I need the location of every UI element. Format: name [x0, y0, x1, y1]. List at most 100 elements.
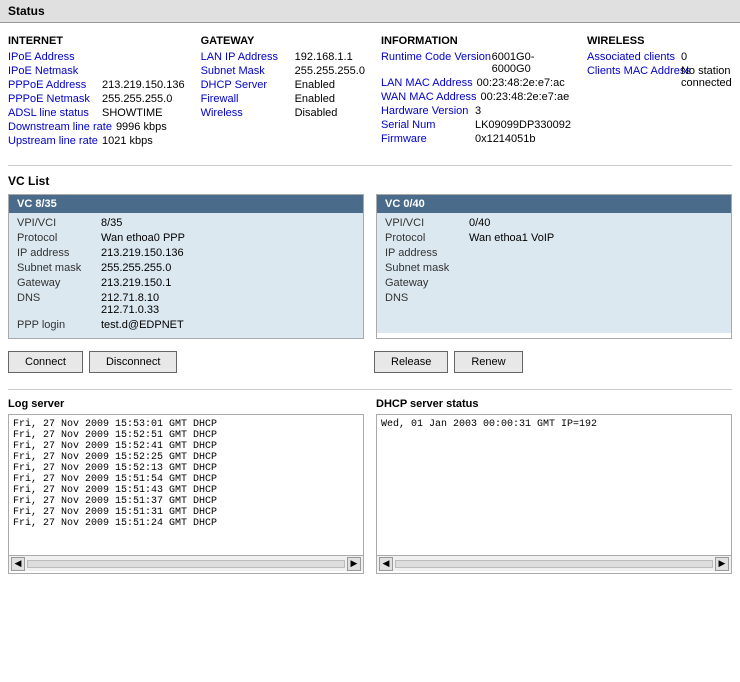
dhcp-status-title: DHCP server status	[376, 398, 732, 410]
vc2-ip-row: IP address	[385, 247, 723, 259]
dhcp-scroll-left-arrow[interactable]: ◀	[379, 557, 393, 571]
lan-mac-row: LAN MAC Address 00:23:48:2e:e7:ac	[381, 77, 571, 89]
log-scrollbar: ◀ ▶	[9, 555, 363, 571]
internet-heading: INTERNET	[8, 35, 185, 47]
scroll-right-arrow[interactable]: ▶	[347, 557, 361, 571]
gateway-section: GATEWAY LAN IP Address 192.168.1.1 Subne…	[193, 35, 373, 149]
vc1-subnet-value: 255.255.255.0	[101, 262, 171, 274]
ipoE-address-label: IPoE Address	[8, 51, 98, 63]
vc2-vpivci-row: VPI/VCI 0/40	[385, 217, 723, 229]
dhcp-server-label: DHCP Server	[201, 79, 291, 91]
dhcp-line: Wed, 01 Jan 2003 00:00:31 GMT IP=192	[381, 419, 727, 430]
serial-value: LK09099DP330092	[475, 119, 571, 131]
lan-ip-row: LAN IP Address 192.168.1.1	[201, 51, 365, 63]
vc1-dns-value: 212.71.8.10212.71.0.33	[101, 292, 159, 316]
scroll-track[interactable]	[27, 560, 345, 568]
log-line: Fri, 27 Nov 2009 15:51:31 GMT DHCP	[13, 507, 359, 518]
downstream-row: Downstream line rate 9996 kbps	[8, 121, 185, 133]
log-line: Fri, 27 Nov 2009 15:51:37 GMT DHCP	[13, 496, 359, 507]
wireless-label: Wireless	[201, 107, 291, 119]
pppoe-netmask-row: PPPoE Netmask 255.255.255.0	[8, 93, 185, 105]
vc2-buttons: Release Renew	[374, 351, 732, 373]
lan-ip-value: 192.168.1.1	[295, 51, 353, 63]
vc1-vpivci-label: VPI/VCI	[17, 217, 97, 229]
log-line: Fri, 27 Nov 2009 15:52:13 GMT DHCP	[13, 463, 359, 474]
subnet-mask-label: Subnet Mask	[201, 65, 291, 77]
clients-mac-row: Clients MAC Address No station connected	[587, 65, 740, 89]
log-line: Fri, 27 Nov 2009 15:52:25 GMT DHCP	[13, 452, 359, 463]
firmware-label: Firmware	[381, 133, 471, 145]
vc1-ppp-row: PPP login test.d@EDPNET	[17, 319, 355, 331]
wireless-row: Wireless Disabled	[201, 107, 365, 119]
wireless-section: WIRELESS Associated clients 0 Clients MA…	[579, 35, 740, 149]
vc1-content: VPI/VCI 8/35 Protocol Wan ethoa0 PPP IP …	[9, 213, 363, 338]
associated-clients-label: Associated clients	[587, 51, 677, 63]
downstream-label: Downstream line rate	[8, 121, 112, 133]
renew-button[interactable]: Renew	[454, 351, 522, 373]
associated-clients-row: Associated clients 0	[587, 51, 740, 63]
upstream-value: 1021 kbps	[102, 135, 153, 147]
dhcp-scroll-right-arrow[interactable]: ▶	[715, 557, 729, 571]
subnet-mask-value: 255.255.255.0	[295, 65, 365, 77]
vc2-subnet-row: Subnet mask	[385, 262, 723, 274]
vc1-ip-value: 213.219.150.136	[101, 247, 184, 259]
firmware-value: 0x1214051b	[475, 133, 536, 145]
information-section: INFORMATION Runtime Code Version 6001G0-…	[373, 35, 579, 149]
runtime-row: Runtime Code Version 6001G0-6000G0	[381, 51, 571, 75]
dhcp-scrollbar: ◀ ▶	[377, 555, 731, 571]
pppoe-address-row: PPPoE Address 213.219.150.136	[8, 79, 185, 91]
vc2-protocol-value: Wan ethoa1 VoIP	[469, 232, 554, 244]
internet-section: INTERNET IPoE Address IPoE Netmask PPPoE…	[8, 35, 193, 149]
log-line: Fri, 27 Nov 2009 15:53:01 GMT DHCP	[13, 419, 359, 430]
log-server-title: Log server	[8, 398, 364, 410]
log-line: Fri, 27 Nov 2009 15:51:24 GMT DHCP	[13, 518, 359, 529]
dhcp-status-section: DHCP server status Wed, 01 Jan 2003 00:0…	[376, 398, 732, 574]
vc1-gateway-row: Gateway 213.219.150.1	[17, 277, 355, 289]
button-row: Connect Disconnect Release Renew	[8, 351, 732, 373]
firewall-label: Firewall	[201, 93, 291, 105]
vc2-subnet-label: Subnet mask	[385, 262, 465, 274]
log-server-content[interactable]: Fri, 27 Nov 2009 15:53:01 GMT DHCPFri, 2…	[9, 415, 363, 555]
vc1-vpivci-value: 8/35	[101, 217, 122, 229]
vc2-vpivci-value: 0/40	[469, 217, 490, 229]
serial-label: Serial Num	[381, 119, 471, 131]
ipoE-address-row: IPoE Address	[8, 51, 185, 63]
pppoe-address-label: PPPoE Address	[8, 79, 98, 91]
dhcp-scroll-track[interactable]	[395, 560, 713, 568]
vc1-subnet-label: Subnet mask	[17, 262, 97, 274]
log-line: Fri, 27 Nov 2009 15:52:51 GMT DHCP	[13, 430, 359, 441]
ipoE-netmask-row: IPoE Netmask	[8, 65, 185, 77]
status-header: Status	[0, 0, 740, 23]
hardware-value: 3	[475, 105, 481, 117]
hardware-label: Hardware Version	[381, 105, 471, 117]
bottom-grid: Log server Fri, 27 Nov 2009 15:53:01 GMT…	[8, 398, 732, 574]
pppoe-address-value: 213.219.150.136	[102, 79, 185, 91]
vc1-title-text: VC 8/35	[17, 198, 57, 210]
release-button[interactable]: Release	[374, 351, 448, 373]
scroll-left-arrow[interactable]: ◀	[11, 557, 25, 571]
lan-mac-value: 00:23:48:2e:e7:ac	[477, 77, 565, 89]
vc1-ppp-value: test.d@EDPNET	[101, 319, 184, 331]
vc1-ppp-label: PPP login	[17, 319, 97, 331]
vc2-protocol-row: Protocol Wan ethoa1 VoIP	[385, 232, 723, 244]
dhcp-status-content[interactable]: Wed, 01 Jan 2003 00:00:31 GMT IP=192	[377, 415, 731, 555]
log-server-box: Fri, 27 Nov 2009 15:53:01 GMT DHCPFri, 2…	[8, 414, 364, 574]
adsl-status-row: ADSL line status SHOWTIME	[8, 107, 185, 119]
vc1-gateway-label: Gateway	[17, 277, 97, 289]
adsl-status-value: SHOWTIME	[102, 107, 163, 119]
header-title: Status	[8, 4, 45, 18]
log-line: Fri, 27 Nov 2009 15:52:41 GMT DHCP	[13, 441, 359, 452]
connect-button[interactable]: Connect	[8, 351, 83, 373]
firmware-row: Firmware 0x1214051b	[381, 133, 571, 145]
vc1-subnet-row: Subnet mask 255.255.255.0	[17, 262, 355, 274]
clients-mac-value: No station connected	[681, 65, 740, 89]
clients-mac-label: Clients MAC Address	[587, 65, 677, 89]
wan-mac-value: 00:23:48:2e:e7:ae	[481, 91, 570, 103]
vc2-gateway-row: Gateway	[385, 277, 723, 289]
gateway-heading: GATEWAY	[201, 35, 365, 47]
disconnect-button[interactable]: Disconnect	[89, 351, 177, 373]
upstream-label: Upstream line rate	[8, 135, 98, 147]
vc2-ip-label: IP address	[385, 247, 465, 259]
vc1-ip-label: IP address	[17, 247, 97, 259]
ipoE-netmask-label: IPoE Netmask	[8, 65, 98, 77]
